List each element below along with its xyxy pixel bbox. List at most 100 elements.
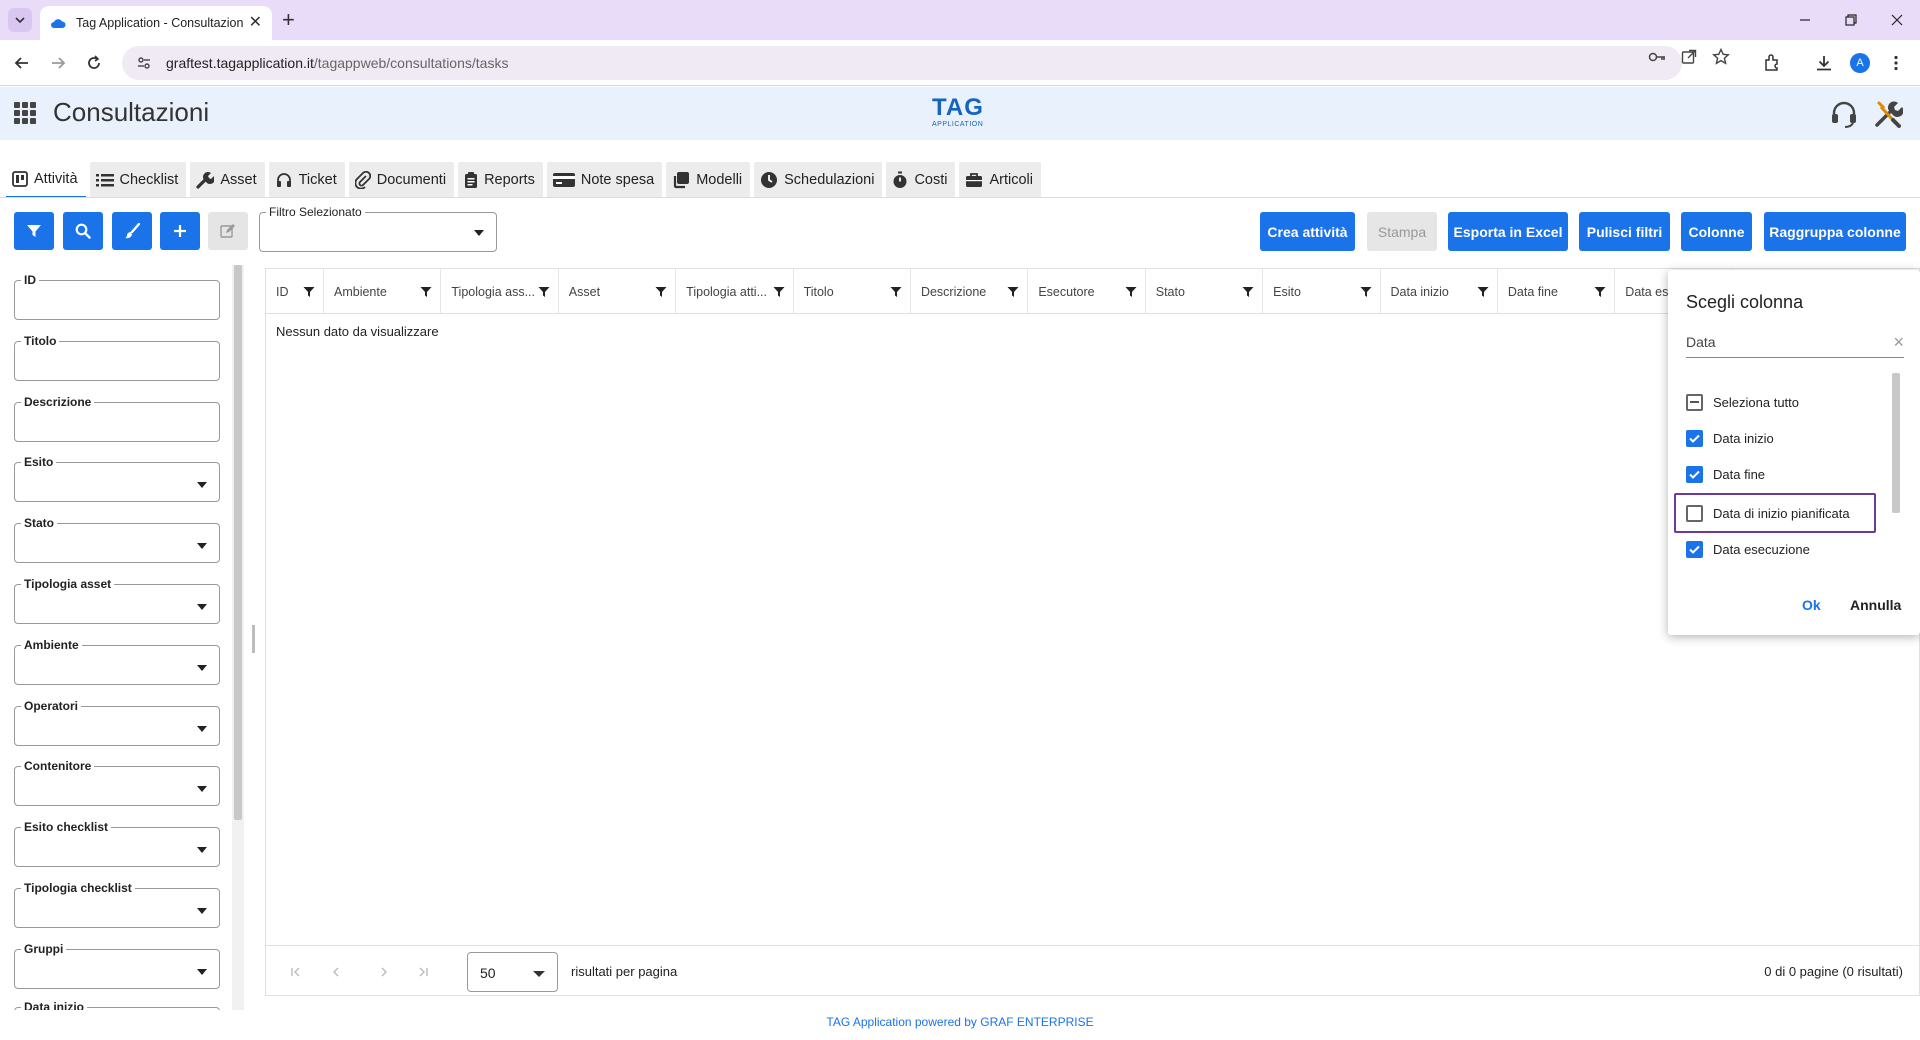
checkbox-indeterminate[interactable] [1686,393,1703,411]
column-header[interactable]: Esecutore [1028,269,1146,314]
tab-attivita[interactable]: Attività [6,162,86,198]
add-button[interactable] [160,212,200,250]
column-header[interactable]: ID [266,269,324,314]
column-header[interactable]: Stato [1146,269,1264,314]
checkbox-checked[interactable] [1686,540,1703,558]
column-filter-icon[interactable] [1360,286,1372,298]
download-icon[interactable] [1812,51,1836,75]
cancel-button[interactable]: Annulla [1850,597,1901,613]
column-header[interactable]: Titolo [794,269,911,314]
column-header[interactable]: Data inizio [1381,269,1498,314]
restore-button[interactable] [1828,0,1874,40]
columns-button[interactable]: Colonne [1681,212,1752,251]
filter-tipologia-checklist-select[interactable]: Tipologia checklist [14,881,220,928]
column-filter-icon[interactable] [1477,286,1489,298]
clear-filters-button[interactable]: Pulisci filtri [1579,212,1670,251]
profile-avatar[interactable]: A [1850,53,1870,73]
column-filter-icon[interactable] [655,286,667,298]
column-header[interactable]: Data fine [1498,269,1616,314]
clear-brush-button[interactable] [112,212,152,250]
url-field[interactable]: graftest.tagapplication.it/tagappweb/con… [122,46,1682,80]
column-header[interactable]: Asset [559,269,677,314]
options-scrollbar[interactable] [1892,373,1900,513]
panel-splitter-handle[interactable] [252,625,255,653]
checkbox-checked[interactable] [1686,429,1703,447]
filter-panel-scrollbar[interactable] [234,265,242,820]
filter-gruppi-select[interactable]: Gruppi [14,942,220,989]
filter-contenitore-select[interactable]: Contenitore [14,759,220,806]
filter-operatori-select[interactable]: Operatori [14,699,220,746]
column-filter-icon[interactable] [1594,286,1606,298]
close-window-button[interactable] [1874,0,1920,40]
print-button[interactable]: Stampa [1367,212,1437,251]
selected-filter-select[interactable]: Filtro Selezionato [259,205,497,252]
new-tab-button[interactable]: + [282,9,295,31]
site-info-icon[interactable] [136,55,152,71]
ok-button[interactable]: Ok [1802,597,1821,613]
filter-data-inizio-input[interactable]: Data inizio [14,1000,220,1010]
column-header[interactable]: Esito [1263,269,1381,314]
filter-descrizione-input[interactable]: Descrizione [14,395,220,442]
first-page-button[interactable] [288,964,304,980]
tab-search-button[interactable] [8,8,32,32]
group-columns-button[interactable]: Raggruppa colonne [1764,212,1906,251]
filter-stato-select[interactable]: Stato [14,516,220,563]
tab-costi[interactable]: Costi [886,162,956,198]
close-tab-icon[interactable]: ✕ [249,15,262,31]
tab-asset[interactable]: Asset [190,162,265,198]
password-key-icon[interactable] [1648,48,1666,66]
column-search-input[interactable]: Data × [1686,328,1904,358]
tab-articoli[interactable]: Articoli [959,162,1041,198]
extensions-icon[interactable] [1760,51,1784,75]
column-filter-icon[interactable] [538,286,550,298]
column-header[interactable]: Tipologia ass... [441,269,559,314]
column-header[interactable]: Tipologia atti... [676,269,794,314]
filter-id-input[interactable]: ID [14,273,220,320]
page-size-select[interactable]: 50 [467,952,558,992]
column-filter-icon[interactable] [890,286,902,298]
filter-button[interactable] [14,212,54,250]
forward-button[interactable] [46,51,70,75]
filter-esito-select[interactable]: Esito [14,455,220,502]
tab-ticket[interactable]: Ticket [268,162,345,198]
column-option[interactable]: Data inizio [1686,426,1774,450]
checkbox-checked[interactable] [1686,465,1703,483]
last-page-button[interactable] [415,964,431,980]
minimize-button[interactable] [1782,0,1828,40]
column-filter-icon[interactable] [773,286,785,298]
column-filter-icon[interactable] [303,286,315,298]
create-activity-button[interactable]: Crea attività [1260,212,1355,251]
headset-icon[interactable] [1829,99,1859,129]
select-all-option[interactable]: Seleziona tutto [1686,390,1799,414]
filter-ambiente-select[interactable]: Ambiente [14,638,220,685]
tab-reports[interactable]: Reports [458,162,543,198]
browser-tab[interactable]: Tag Application - Consultazioni ✕ [40,6,272,40]
column-filter-icon[interactable] [1242,286,1254,298]
search-button[interactable] [63,212,103,250]
filter-titolo-input[interactable]: Titolo [14,334,220,381]
back-button[interactable] [10,51,34,75]
column-header[interactable]: Descrizione [911,269,1029,314]
filter-tipologia-asset-select[interactable]: Tipologia asset [14,577,220,624]
footer-credits[interactable]: TAG Application powered by GRAF ENTERPRI… [0,1015,1920,1029]
tab-checklist[interactable]: Checklist [89,162,187,198]
open-in-app-icon[interactable] [1680,48,1698,66]
tab-schedulazioni[interactable]: Schedulazioni [754,162,883,198]
column-option[interactable]: Data esecuzione [1686,537,1810,561]
column-option[interactable]: Data fine [1686,462,1765,486]
column-filter-icon[interactable] [420,286,432,298]
tab-documenti[interactable]: Documenti [348,162,455,198]
column-header[interactable]: Ambiente [324,269,442,314]
column-filter-icon[interactable] [1007,286,1019,298]
prev-page-button[interactable] [328,964,344,980]
column-filter-icon[interactable] [1125,286,1137,298]
next-page-button[interactable] [376,964,392,980]
column-option[interactable]: Data di inizio pianificata [1686,501,1850,525]
reload-button[interactable] [82,51,106,75]
clear-search-icon[interactable]: × [1893,332,1904,353]
tab-modelli[interactable]: Modelli [666,162,751,198]
tools-icon[interactable] [1873,99,1903,129]
filter-esito-checklist-select[interactable]: Esito checklist [14,820,220,867]
menu-dots-icon[interactable] [1884,51,1908,75]
export-excel-button[interactable]: Esporta in Excel [1448,212,1568,251]
